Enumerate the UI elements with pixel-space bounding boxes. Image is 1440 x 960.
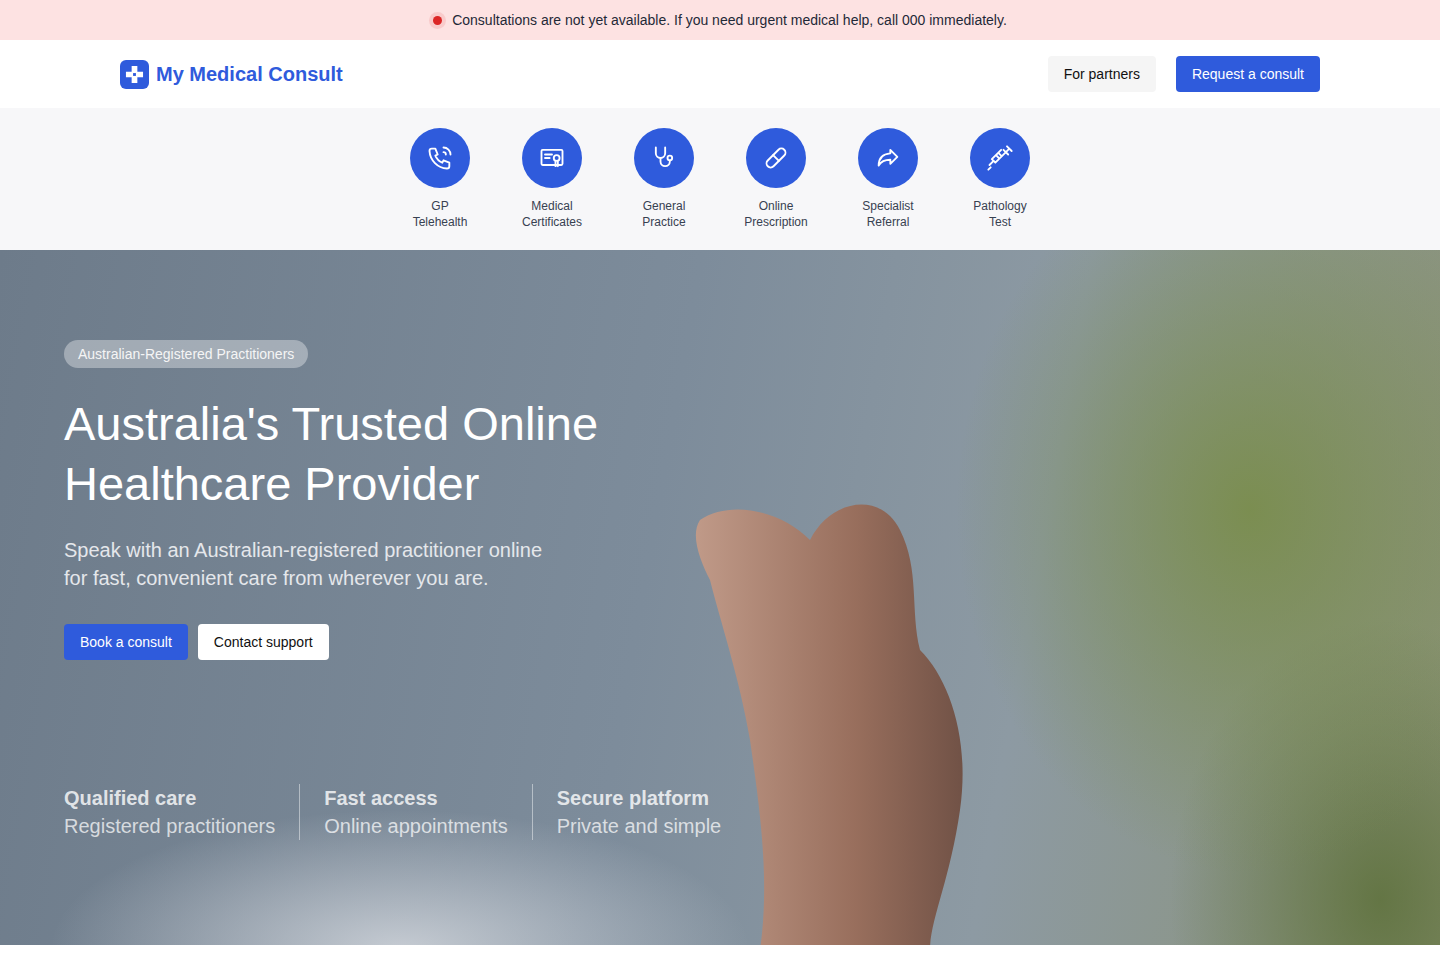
service-icon-circle <box>634 128 694 188</box>
stat-subtitle: Registered practitioners <box>64 812 275 840</box>
brand-logo-link[interactable]: My Medical Consult <box>120 60 343 89</box>
syringe-icon <box>986 144 1014 172</box>
stat-item: Fast accessOnline appointments <box>299 784 531 840</box>
hero-section: Australian-Registered Practitioners Austr… <box>0 250 1440 945</box>
service-label: Online Prescription <box>744 198 807 230</box>
share-arrow-icon <box>874 144 902 172</box>
alert-text: Consultations are not yet available. If … <box>452 12 1007 28</box>
service-item[interactable]: Pathology Test <box>944 128 1056 230</box>
stat-item: Qualified careRegistered practitioners <box>64 784 299 840</box>
contact-support-button[interactable]: Contact support <box>198 624 329 660</box>
partners-button[interactable]: For partners <box>1048 56 1156 92</box>
pill-icon <box>762 144 790 172</box>
service-icon-circle <box>410 128 470 188</box>
header-nav: For partners Request a consult <box>1048 56 1320 92</box>
stat-title: Qualified care <box>64 784 275 812</box>
service-label: General Practice <box>642 198 685 230</box>
medical-cross-icon <box>120 60 149 89</box>
service-label: Specialist Referral <box>862 198 913 230</box>
hero-subtitle: Speak with an Australian-registered prac… <box>64 536 564 592</box>
services-bar: GP Telehealth Medical Certificates General… <box>0 108 1440 250</box>
stat-subtitle: Online appointments <box>324 812 507 840</box>
service-icon-circle <box>858 128 918 188</box>
service-item[interactable]: General Practice <box>608 128 720 230</box>
site-header: My Medical Consult For partners Request a … <box>0 40 1440 108</box>
service-icon-circle <box>746 128 806 188</box>
stethoscope-icon <box>650 144 678 172</box>
stat-item: Secure platformPrivate and simple <box>532 784 746 840</box>
hero-buttons: Book a consult Contact support <box>64 624 1376 660</box>
request-consult-button[interactable]: Request a consult <box>1176 56 1320 92</box>
service-label: GP Telehealth <box>413 198 468 230</box>
alert-dot <box>433 16 442 25</box>
service-label: Medical Certificates <box>522 198 582 230</box>
alert-bar: Consultations are not yet available. If … <box>0 0 1440 40</box>
phone-icon <box>426 144 454 172</box>
hero-title: Australia's Trusted Online Healthcare Pr… <box>64 394 764 514</box>
service-label: Pathology Test <box>973 198 1026 230</box>
brand-name: My Medical Consult <box>156 63 343 86</box>
hero-photo-hand <box>690 480 980 945</box>
service-item[interactable]: Online Prescription <box>720 128 832 230</box>
stat-subtitle: Private and simple <box>557 812 722 840</box>
service-item[interactable]: GP Telehealth <box>384 128 496 230</box>
book-consult-button[interactable]: Book a consult <box>64 624 188 660</box>
stat-title: Secure platform <box>557 784 722 812</box>
service-item[interactable]: Medical Certificates <box>496 128 608 230</box>
service-icon-circle <box>970 128 1030 188</box>
hero-badge: Australian-Registered Practitioners <box>64 340 308 368</box>
service-icon-circle <box>522 128 582 188</box>
service-item[interactable]: Specialist Referral <box>832 128 944 230</box>
certificate-icon <box>538 144 566 172</box>
hero-stats: Qualified careRegistered practitionersFa… <box>64 784 1376 840</box>
stat-title: Fast access <box>324 784 507 812</box>
hero-content: Australian-Registered Practitioners Austr… <box>64 340 1376 840</box>
